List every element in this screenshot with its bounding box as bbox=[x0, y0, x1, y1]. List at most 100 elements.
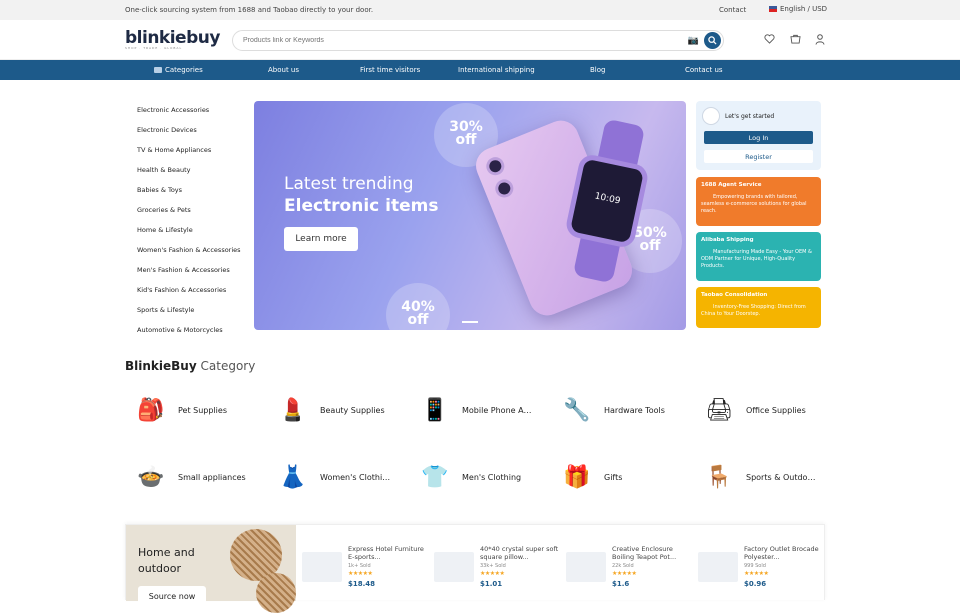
promo-desc: Manufacturing Made Easy - Your OEM & ODM… bbox=[701, 249, 812, 269]
product-name: Creative Enclosure Boiling Teapot Pot... bbox=[612, 545, 677, 561]
promo-desc: Inventory-Free Shopping: Direct from Chi… bbox=[701, 304, 806, 317]
product-card[interactable]: Factory Outlet Brocade Polyester... 999 … bbox=[696, 525, 828, 601]
chair-icon: 🪑 bbox=[705, 464, 733, 490]
product-sold: 1k+ Sold bbox=[348, 563, 371, 569]
sidebar-item[interactable]: Kid's Fashion & Accessories bbox=[137, 286, 241, 306]
promo-title: 1688 Agent Service bbox=[701, 182, 762, 188]
product-price: $18.48 bbox=[348, 580, 376, 588]
gift-icon: 🎁 bbox=[563, 464, 591, 490]
product-sold: 33k+ Sold bbox=[480, 563, 506, 569]
category-gifts[interactable]: 🎁 Gifts bbox=[551, 452, 681, 502]
home-outdoor-banner[interactable]: Home and outdoor Source now bbox=[126, 525, 296, 613]
product-name: Express Hotel Furniture E-sports... bbox=[348, 545, 424, 561]
heart-icon[interactable] bbox=[764, 34, 775, 47]
category-pet-supplies[interactable]: 🎒 Pet Supplies bbox=[125, 385, 255, 435]
banner-subheadline: Electronic items bbox=[284, 196, 439, 216]
sidebar-item[interactable]: Automotive & Motorcycles bbox=[137, 326, 241, 346]
product-image bbox=[698, 552, 738, 582]
sidebar-item[interactable]: Home & Lifestyle bbox=[137, 226, 241, 246]
sidebar-item[interactable]: Women's Fashion & Accessories bbox=[137, 246, 241, 266]
product-card[interactable]: Express Hotel Furniture E-sports... 1k+ … bbox=[300, 525, 432, 601]
product-image bbox=[434, 552, 474, 582]
category-mobile-phone[interactable]: 📱Mobile Phone Accessories bbox=[409, 385, 539, 435]
promo-desc: Empowering brands with tailored, seamles… bbox=[701, 194, 807, 214]
promo-card-taobao[interactable]: Taobao Consolidation Inventory-Free Shop… bbox=[696, 287, 821, 328]
nav-contact-us[interactable]: Contact us bbox=[685, 66, 723, 74]
product-sold: 999 Sold bbox=[744, 563, 766, 569]
star-rating: ★★★★★ bbox=[480, 570, 505, 577]
printer-icon: 🖨 bbox=[705, 397, 733, 423]
product-name: 40*40 crystal super soft square pillow..… bbox=[480, 545, 559, 561]
avatar bbox=[702, 107, 720, 125]
register-button[interactable]: Register bbox=[704, 150, 813, 163]
category-office-supplies[interactable]: 🖨 Office Supplies bbox=[693, 385, 823, 435]
product-card[interactable]: 40*40 crystal super soft square pillow..… bbox=[432, 525, 564, 601]
login-card: Let's get started Log In Register bbox=[696, 101, 821, 170]
product-price: $0.96 bbox=[744, 580, 767, 588]
sidebar-item[interactable]: Sports & Lifestyle bbox=[137, 306, 241, 326]
us-flag-icon bbox=[769, 6, 777, 12]
sidebar-item[interactable]: Electronic Accessories bbox=[137, 106, 241, 126]
promo-title: Alibaba Shipping bbox=[701, 237, 754, 243]
main-nav: Categories About us First time visitors … bbox=[0, 60, 960, 80]
home-outdoor-section: Home and outdoor Source now Express Hote… bbox=[125, 524, 828, 613]
source-now-button[interactable]: Source now bbox=[138, 586, 206, 606]
sidebar-item[interactable]: TV & Home Appliances bbox=[137, 146, 241, 166]
dress-icon: 👗 bbox=[279, 464, 307, 490]
section-title: outdoor bbox=[138, 562, 181, 575]
product-image bbox=[302, 552, 342, 582]
phone-icon: 📱 bbox=[421, 397, 449, 423]
category-beauty-supplies[interactable]: 💄 Beauty Supplies bbox=[267, 385, 397, 435]
sidebar-item[interactable]: Health & Beauty bbox=[137, 166, 241, 186]
logo[interactable]: blinkiebuy SHOP · TRADE · GLOBAL bbox=[125, 28, 220, 50]
star-rating: ★★★★★ bbox=[348, 570, 373, 577]
category-womens-clothing[interactable]: 👗 Women's Clothing bbox=[267, 452, 397, 502]
nav-international-shipping[interactable]: International shipping bbox=[458, 66, 535, 74]
language-selector[interactable]: English / USD bbox=[769, 5, 827, 13]
promo-card-alibaba[interactable]: Alibaba Shipping Manufacturing Made Easy… bbox=[696, 232, 821, 281]
product-price: $1.6 bbox=[612, 580, 630, 588]
search-button[interactable] bbox=[704, 32, 721, 49]
sidebar-item[interactable]: Babies & Toys bbox=[137, 186, 241, 206]
promo-card-1688[interactable]: 1688 Agent Service Empowering brands wit… bbox=[696, 177, 821, 226]
tagline: One-click sourcing system from 1688 and … bbox=[125, 6, 374, 14]
product-name: Factory Outlet Brocade Polyester... bbox=[744, 545, 819, 561]
hero-banner[interactable]: 30% off 50% off 40% off 10:09 Latest trendi… bbox=[254, 101, 686, 330]
nav-first-time-visitors[interactable]: First time visitors bbox=[360, 66, 420, 74]
star-rating: ★★★★★ bbox=[744, 570, 769, 577]
learn-more-button[interactable]: Learn more bbox=[284, 227, 358, 251]
category-small-appliances[interactable]: 🍲 Small appliances bbox=[125, 452, 255, 502]
sidebar-item[interactable]: Men's Fashion & Accessories bbox=[137, 266, 241, 286]
language-label: English / USD bbox=[780, 5, 828, 13]
backpack-icon: 🎒 bbox=[137, 397, 165, 423]
camera-icon[interactable]: 📷 bbox=[688, 36, 699, 46]
banner-headline: Latest trending bbox=[284, 174, 414, 194]
discount-badge-40: 40% off bbox=[386, 283, 450, 330]
section-title: Home and bbox=[138, 546, 195, 559]
promo-title: Taobao Consolidation bbox=[701, 292, 768, 298]
nav-about-us[interactable]: About us bbox=[268, 66, 299, 74]
cart-icon[interactable] bbox=[790, 34, 801, 47]
carousel-indicator[interactable] bbox=[462, 321, 478, 323]
user-icon[interactable] bbox=[815, 34, 825, 48]
login-button[interactable]: Log In bbox=[704, 131, 813, 144]
top-bar: One-click sourcing system from 1688 and … bbox=[0, 0, 960, 20]
search-input[interactable] bbox=[243, 37, 723, 44]
categories-menu[interactable]: Categories bbox=[154, 66, 203, 74]
menu-icon bbox=[154, 67, 162, 73]
star-rating: ★★★★★ bbox=[612, 570, 637, 577]
login-title: Let's get started bbox=[725, 113, 775, 120]
contact-link[interactable]: Contact bbox=[719, 6, 746, 14]
category-mens-clothing[interactable]: 👕 Men's Clothing bbox=[409, 452, 539, 502]
product-image bbox=[566, 552, 606, 582]
cooker-icon: 🍲 bbox=[137, 464, 165, 490]
tshirt-icon: 👕 bbox=[421, 464, 449, 490]
sidebar-item[interactable]: Electronic Devices bbox=[137, 126, 241, 146]
search-bar: 📷 bbox=[232, 30, 724, 51]
category-sports-outdoors[interactable]: 🪑 Sports & Outdoors bbox=[693, 452, 823, 502]
sidebar-item[interactable]: Groceries & Pets bbox=[137, 206, 241, 226]
product-card[interactable]: Creative Enclosure Boiling Teapot Pot...… bbox=[564, 525, 696, 601]
nav-blog[interactable]: Blog bbox=[590, 66, 605, 74]
category-hardware-tools[interactable]: 🔧 Hardware Tools bbox=[551, 385, 681, 435]
product-price: $1.01 bbox=[480, 580, 503, 588]
